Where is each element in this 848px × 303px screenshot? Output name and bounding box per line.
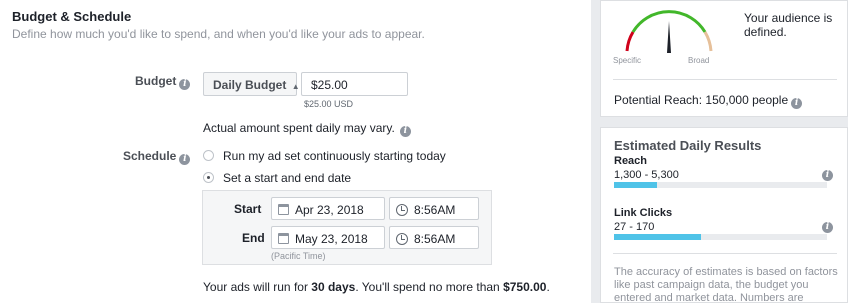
schedule-summary: Your ads will run for 30 days. You'll sp… xyxy=(203,280,550,294)
info-icon[interactable]: i xyxy=(791,98,803,109)
budget-amount-hint: $25.00 USD xyxy=(304,99,354,109)
metric-reach-range: 1,300 - 5,300 xyxy=(614,169,679,181)
metric-reach-bar-fill xyxy=(614,182,657,188)
start-date-value: Apr 23, 2018 xyxy=(295,203,364,217)
info-icon[interactable]: i xyxy=(179,79,191,90)
audience-gauge-icon xyxy=(625,10,713,53)
gauge-specific-label: Specific xyxy=(613,56,642,65)
radio-continuous[interactable] xyxy=(203,150,214,161)
metric-link-clicks-range: 27 - 170 xyxy=(614,221,655,233)
clock-icon xyxy=(396,204,408,216)
schedule-label-text: Schedule xyxy=(123,149,177,163)
budget-type-select[interactable]: Daily Budget ▲▼ xyxy=(203,72,308,96)
audience-definition-card: Specific Broad Your audience is defined.… xyxy=(600,0,848,117)
schedule-label: Schedule i xyxy=(123,149,191,165)
info-icon[interactable]: i xyxy=(179,154,191,165)
budget-schedule-panel: Budget & Schedule Define how much you'd … xyxy=(0,0,591,303)
divider xyxy=(613,79,837,80)
end-label: End xyxy=(242,231,265,245)
schedule-option-label: Set a start and end date xyxy=(223,171,352,185)
calendar-icon xyxy=(278,204,289,215)
summary-suffix: . xyxy=(546,280,550,294)
info-icon[interactable]: i xyxy=(822,222,833,233)
info-icon[interactable]: i xyxy=(822,170,833,181)
audience-status: Your audience is defined. xyxy=(744,11,833,39)
estimated-results-card: Estimated Daily Results Reach 1,300 - 5,… xyxy=(600,127,848,303)
start-time-value: 8:56AM xyxy=(414,203,456,217)
summary-duration: 30 days xyxy=(311,280,356,294)
end-date-value: May 23, 2018 xyxy=(295,232,368,246)
start-label: Start xyxy=(234,202,262,216)
summary-max-spend: $750.00 xyxy=(503,280,547,294)
gauge-broad-label: Broad xyxy=(688,56,710,65)
estimated-results-title: Estimated Daily Results xyxy=(614,138,762,153)
potential-reach: Potential Reach: 150,000 people i xyxy=(614,93,803,109)
budget-label-text: Budget xyxy=(135,74,177,88)
info-icon[interactable]: i xyxy=(399,126,411,137)
potential-reach-text: Potential Reach: 150,000 people xyxy=(614,93,789,107)
schedule-option-continuous[interactable]: Run my ad set continuously starting toda… xyxy=(203,149,446,163)
budget-amount-input[interactable]: $25.00 xyxy=(301,72,408,96)
summary-prefix: Your ads will run for xyxy=(203,280,312,294)
budget-label: Budget i xyxy=(135,74,191,90)
metric-link-clicks-bar xyxy=(614,234,827,240)
metric-reach-name: Reach xyxy=(614,155,648,167)
metric-reach-bar xyxy=(614,182,827,188)
section-title: Budget & Schedule xyxy=(12,9,132,24)
schedule-option-start-end[interactable]: Set a start and end date xyxy=(203,171,351,185)
end-time-value: 8:56AM xyxy=(414,232,456,246)
schedule-option-label: Run my ad set continuously starting toda… xyxy=(223,149,446,163)
calendar-icon xyxy=(278,233,289,244)
end-time-input[interactable]: 8:56AM xyxy=(389,226,479,249)
metric-link-clicks-name: Link Clicks xyxy=(614,207,673,219)
budget-note: Actual amount spent daily may vary. i xyxy=(203,121,411,137)
timezone-label: (Pacific Time) xyxy=(271,251,326,261)
budget-note-text: Actual amount spent daily may vary. xyxy=(203,121,395,135)
section-subtitle: Define how much you'd like to spend, and… xyxy=(12,27,425,41)
start-time-input[interactable]: 8:56AM xyxy=(389,197,479,220)
clock-icon xyxy=(396,233,408,245)
end-date-input[interactable]: May 23, 2018 xyxy=(271,226,385,249)
accuracy-note: The accuracy of estimates is based on fa… xyxy=(614,266,838,303)
divider xyxy=(613,253,837,254)
budget-type-value: Daily Budget xyxy=(213,78,287,92)
radio-start-end[interactable] xyxy=(203,172,214,183)
start-date-input[interactable]: Apr 23, 2018 xyxy=(271,197,385,220)
metric-link-clicks-bar-fill xyxy=(614,234,702,240)
date-range-box: Start Apr 23, 2018 8:56AM End May 23, 20… xyxy=(202,190,492,265)
summary-middle: . You'll spend no more than xyxy=(355,280,504,294)
